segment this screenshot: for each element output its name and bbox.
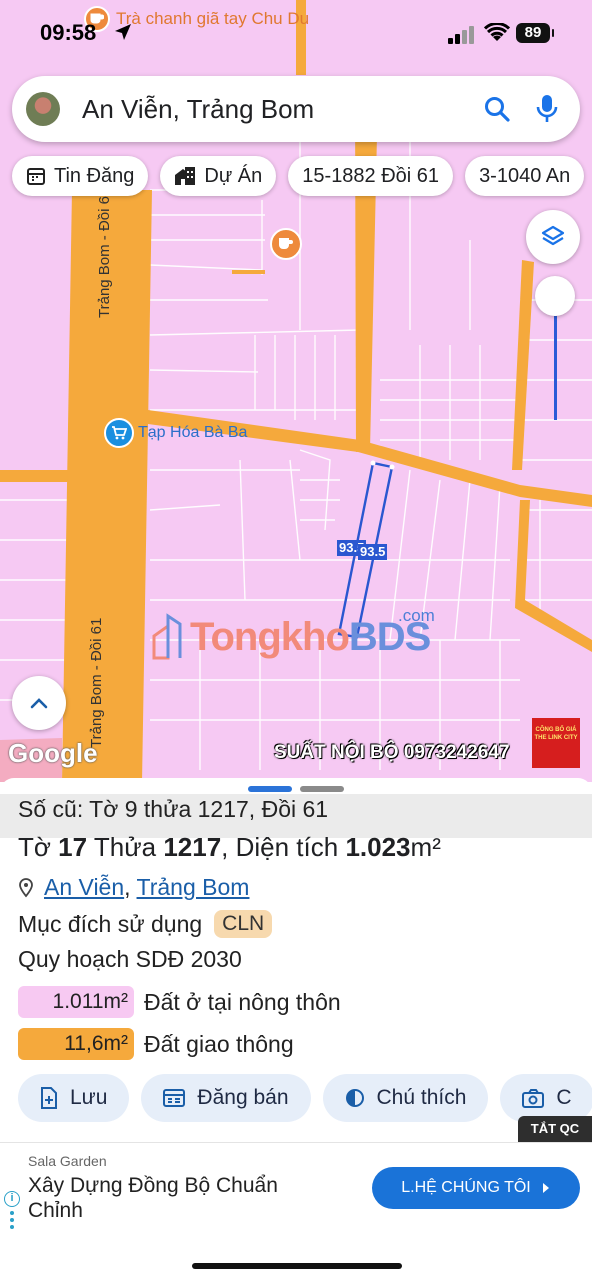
poi-label: Tạp Hóa Bà Ba [138, 424, 248, 441]
building-logo-icon [152, 613, 182, 660]
road-label-upper: Trảng Bom - Đồi 61 [96, 187, 113, 318]
building-icon [175, 167, 196, 185]
promo-phone-text: SUẤT NỘI BỘ 0973242647 [274, 742, 510, 763]
chip-label: Dự Án [204, 164, 263, 187]
land-use-code-badge: CLN [214, 910, 273, 938]
land-use-label: Mục đích sử dụng [18, 910, 203, 937]
watermark-text: TongkhoBDS [190, 615, 431, 659]
search-input[interactable]: An Viễn, Trảng Bom [82, 94, 484, 125]
legend-swatch: 1.011m² [18, 986, 134, 1018]
action-buttons: Lưu Đăng bán Chú thích C [18, 1074, 592, 1122]
ad-brand: Sala Garden [28, 1153, 107, 1169]
shopping-cart-icon [104, 418, 134, 448]
chip-projects[interactable]: Dự Án [160, 156, 277, 196]
search-icon[interactable] [484, 96, 510, 122]
action-label: Lưu [70, 1086, 108, 1109]
chevron-up-icon [30, 698, 48, 709]
chip-recent-plot-1[interactable]: 15-1882 Đồi 61 [288, 156, 454, 196]
legend-swatch: 11,6m² [18, 1028, 134, 1060]
google-logo: Google [8, 738, 98, 768]
opacity-slider-track[interactable] [554, 316, 557, 420]
add-file-icon [41, 1087, 57, 1109]
sheet-label: Tờ [18, 832, 51, 862]
close-ad-button[interactable]: TẮT QC [518, 1116, 592, 1142]
area-label: , Diện tích [221, 832, 339, 862]
land-use-row: Mục đích sử dụng CLN [18, 910, 273, 938]
legend-label: Đất ở tại nông thôn [144, 988, 341, 1015]
status-bar: 09:58 89 [0, 0, 592, 66]
signal-icon [448, 26, 474, 44]
sheet-number: 17 [58, 832, 88, 862]
area-value: 1.023 [345, 832, 411, 862]
sheet-drag-handle[interactable] [248, 786, 344, 792]
cup-icon [270, 228, 302, 260]
parcel-info-sheet[interactable]: Số cũ: Tờ 9 thửa 1217, Đồi 61 Tờ 17 Thửa… [0, 778, 592, 1140]
home-indicator[interactable] [192, 1263, 402, 1269]
area-unit: m² [410, 832, 441, 862]
watermark-domain: .com [398, 606, 435, 625]
save-button[interactable]: Lưu [18, 1074, 130, 1122]
camera-button[interactable]: C [500, 1074, 592, 1122]
opacity-slider-handle[interactable] [535, 276, 575, 316]
action-label: Chú thích [376, 1086, 467, 1109]
action-label: C [556, 1086, 572, 1109]
ad-info-icon[interactable]: i [4, 1191, 20, 1207]
chip-label: 3-1040 An [479, 164, 571, 187]
listing-icon [163, 1089, 186, 1107]
filter-chips: Tin Đăng Dự Án 15-1882 Đồi 61 3-1040 An [12, 156, 585, 196]
plan-2030-label: Quy hoạch SDĐ 2030 [18, 946, 242, 972]
camera-icon [522, 1089, 545, 1108]
map-view[interactable]: 09:58 89 Trà chanh giã tay Chu Du An Viễ… [0, 0, 592, 782]
poi-grocery[interactable]: Tạp Hóa Bà Ba [104, 418, 247, 448]
clock: 09:58 [40, 20, 97, 45]
watermark-logo: TongkhoBDS .com [150, 606, 435, 660]
ad-cta-label: L.HỆ CHÚNG TÔI [401, 1179, 531, 1196]
legend-row: 11,6m² Đất giao thông [18, 1028, 294, 1060]
legend-label: Đất giao thông [144, 1030, 294, 1057]
action-label: Đăng bán [197, 1086, 289, 1109]
chip-recent-plot-2[interactable]: 3-1040 An [465, 156, 585, 196]
legend-row: 1.011m² Đất ở tại nông thôn [18, 986, 341, 1018]
chip-listings[interactable]: Tin Đăng [12, 156, 149, 196]
parcel-label: Thửa [93, 832, 157, 862]
microphone-icon[interactable] [536, 94, 558, 124]
address-commune-link[interactable]: An Viễn [44, 874, 124, 901]
promo-badge[interactable]: CÔNG BỐ GIÁ THE LINK CITY [532, 718, 580, 768]
search-bar[interactable]: An Viễn, Trảng Bom [12, 76, 580, 142]
road-label-lower: Trảng Bom - Đồi 61 [88, 617, 105, 748]
layers-icon [541, 225, 565, 246]
wifi-icon [484, 23, 510, 41]
old-record-text: Số cũ: Tờ 9 thửa 1217, Đồi 61 [18, 796, 329, 822]
parcel-title: Tờ 17 Thửa 1217, Diện tích 1.023m² [18, 832, 441, 863]
lot-dimension-right: 93.5 [358, 544, 388, 560]
layers-button[interactable] [526, 210, 580, 264]
chip-label: Tin Đăng [54, 164, 135, 187]
ad-menu-icon[interactable] [10, 1211, 14, 1232]
contrast-icon [345, 1089, 364, 1107]
play-arrow-icon [542, 1183, 549, 1193]
location-pin-icon [19, 877, 33, 897]
address-row: An Viễn , Trảng Bom [18, 874, 249, 901]
address-separator: , [124, 874, 131, 900]
ad-title: Xây Dựng Đồng Bộ Chuẩn Chỉnh [28, 1174, 278, 1222]
calendar-icon [27, 168, 45, 185]
post-sale-button[interactable]: Đăng bán [141, 1074, 311, 1122]
address-district-link[interactable]: Trảng Bom [137, 874, 250, 901]
battery-indicator: 89 [516, 23, 554, 43]
location-arrow-icon [115, 24, 131, 40]
parcel-number: 1217 [163, 832, 222, 862]
chip-label: 15-1882 Đồi 61 [302, 164, 440, 187]
avatar[interactable] [26, 92, 60, 126]
ad-banner[interactable]: i Sala Garden Xây Dựng Đồng Bộ Chuẩn Chỉ… [0, 1142, 592, 1234]
legend-button[interactable]: Chú thích [322, 1074, 489, 1122]
expand-up-button[interactable] [12, 676, 66, 730]
ad-cta-button[interactable]: L.HỆ CHÚNG TÔI [372, 1167, 580, 1209]
cafe-marker[interactable] [270, 228, 302, 260]
